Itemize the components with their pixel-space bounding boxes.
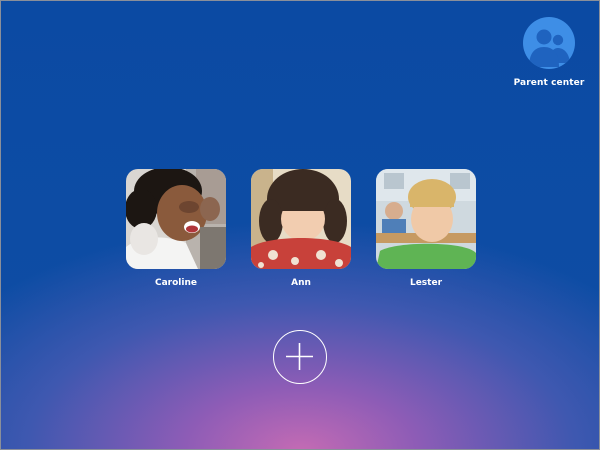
profile-select-screen: Parent center Caroline Ann Lester bbox=[0, 0, 600, 450]
profile-caroline[interactable]: Caroline bbox=[126, 169, 226, 288]
profile-lester[interactable]: Lester bbox=[376, 169, 476, 288]
profile-list: Caroline Ann Lester bbox=[126, 169, 476, 299]
profile-name: Caroline bbox=[155, 278, 197, 288]
profile-ann[interactable]: Ann bbox=[251, 169, 351, 288]
plus-icon bbox=[286, 343, 313, 370]
child-photo-ann bbox=[251, 169, 351, 269]
parent-center-button[interactable]: Parent center bbox=[514, 17, 584, 88]
profile-name: Lester bbox=[409, 278, 443, 288]
parent-center-label: Parent center bbox=[513, 78, 585, 88]
profile-name: Ann bbox=[291, 278, 311, 288]
child-photo-lester bbox=[376, 169, 476, 269]
parent-users-icon bbox=[523, 17, 575, 69]
add-profile-button[interactable] bbox=[273, 330, 327, 384]
child-photo-caroline bbox=[126, 169, 226, 269]
